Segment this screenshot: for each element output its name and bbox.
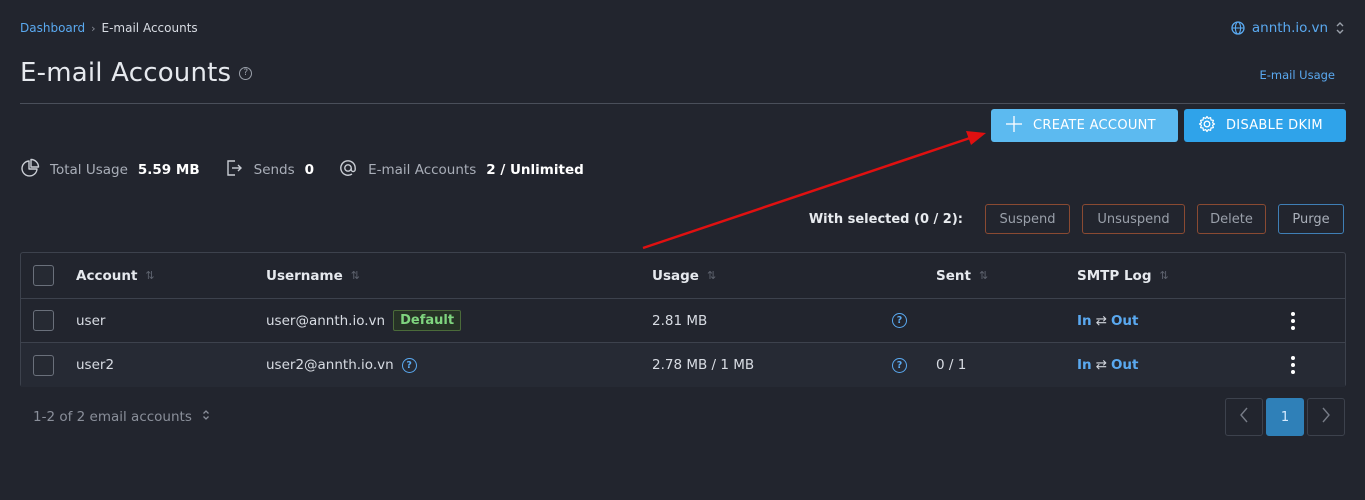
smtp-log-link[interactable]: In ⇄ Out	[1077, 357, 1139, 373]
breadcrumb: Dashboard › E-mail Accounts	[20, 21, 198, 35]
account-cell: user	[76, 312, 106, 329]
stat-sends-value: 0	[304, 162, 315, 178]
domain-switcher[interactable]: annth.io.vn	[1231, 20, 1345, 36]
plus-icon	[1005, 115, 1023, 137]
question-circle-icon[interactable]: ?	[892, 357, 907, 373]
disable-dkim-label: DISABLE DKIM	[1226, 118, 1323, 133]
title-divider	[20, 103, 1345, 104]
breadcrumb-separator: ›	[91, 21, 96, 35]
sort-icon: ⇅	[978, 269, 989, 282]
sort-icon: ⇅	[145, 269, 155, 282]
prev-page-button[interactable]	[1225, 398, 1263, 436]
table-row: user2 user2@annth.io.vn ? 2.78 MB / 1 MB…	[21, 343, 1345, 387]
stat-sends: Sends 0	[224, 158, 314, 182]
page-title: E-mail Accounts	[20, 58, 232, 88]
globe-icon	[1231, 21, 1245, 35]
chevron-left-icon	[1239, 407, 1249, 428]
column-smtp-log[interactable]: SMTP Log ⇅	[1077, 268, 1169, 284]
sort-icon: ⇅	[350, 269, 360, 282]
smtp-out-label: Out	[1110, 357, 1139, 373]
page-title-row: E-mail Accounts ?	[20, 58, 253, 88]
with-selected-label: With selected (0 / 2):	[808, 211, 963, 227]
sign-out-icon	[224, 158, 244, 182]
username-cell: user2@annth.io.vn ?	[266, 357, 417, 373]
gear-icon	[1198, 115, 1216, 137]
stat-total-usage-value: 5.59 MB	[137, 162, 200, 178]
row-menu-icon[interactable]	[1287, 354, 1299, 376]
column-smtp-log-label: SMTP Log	[1077, 267, 1152, 284]
chevron-right-icon	[1321, 407, 1331, 428]
username-text: user@annth.io.vn	[266, 312, 386, 329]
column-sent[interactable]: Sent ⇅	[936, 268, 988, 284]
delete-button[interactable]: Delete	[1197, 204, 1266, 234]
unsuspend-button[interactable]: Unsuspend	[1082, 204, 1185, 234]
column-account[interactable]: Account ⇅	[76, 268, 155, 284]
row-checkbox[interactable]	[33, 354, 54, 376]
suspend-button[interactable]: Suspend	[985, 204, 1070, 234]
default-badge: Default	[393, 310, 462, 331]
pagination-count-label: 1-2 of 2 email accounts	[33, 409, 192, 425]
smtp-in-label: In	[1077, 357, 1092, 373]
accounts-table: Account ⇅ Username ⇅ Usage ⇅ Sent ⇅ SMTP Log…	[20, 252, 1346, 387]
column-usage[interactable]: Usage ⇅	[652, 268, 716, 284]
usage-cell: 2.78 MB / 1 MB	[652, 357, 755, 373]
column-username-label: Username	[266, 267, 343, 284]
question-circle-icon[interactable]: ?	[401, 357, 417, 373]
breadcrumb-current: E-mail Accounts	[101, 21, 198, 35]
table-row: user user@annth.io.vn Default 2.81 MB ? …	[21, 299, 1345, 343]
pagination: 1	[1225, 398, 1345, 436]
smtp-log-link[interactable]: In ⇄ Out	[1077, 313, 1139, 329]
column-username[interactable]: Username ⇅	[266, 268, 360, 284]
pie-chart-icon	[20, 158, 40, 182]
domain-switcher-label: annth.io.vn	[1251, 20, 1328, 36]
email-usage-link[interactable]: E-mail Usage	[1259, 68, 1335, 82]
sort-icon: ⇅	[1159, 269, 1169, 282]
exchange-arrows-icon: ⇄	[1095, 312, 1107, 329]
row-checkbox[interactable]	[33, 310, 54, 331]
sent-cell: 0 / 1	[936, 357, 967, 373]
smtp-out-label: Out	[1110, 312, 1139, 329]
question-circle-icon[interactable]: ?	[892, 313, 907, 328]
sort-icon: ⇅	[706, 269, 717, 282]
breadcrumb-dashboard-link[interactable]: Dashboard	[20, 21, 85, 35]
stat-email-accounts-label: E-mail Accounts	[368, 162, 477, 178]
smtp-in-label: In	[1077, 312, 1092, 329]
stat-email-accounts-value: 2 / Unlimited	[486, 162, 584, 178]
purge-button[interactable]: Purge	[1278, 204, 1344, 234]
stat-sends-label: Sends	[253, 162, 295, 178]
account-cell: user2	[76, 357, 115, 373]
at-sign-icon	[338, 158, 358, 182]
row-menu-icon[interactable]	[1287, 310, 1299, 332]
column-sent-label: Sent	[936, 267, 971, 284]
table-header: Account ⇅ Username ⇅ Usage ⇅ Sent ⇅ SMTP Log…	[21, 253, 1345, 299]
stat-total-usage: Total Usage 5.59 MB	[20, 158, 200, 182]
exchange-arrows-icon: ⇄	[1095, 357, 1107, 373]
chevron-updown-icon	[1335, 21, 1345, 35]
disable-dkim-button[interactable]: DISABLE DKIM	[1184, 109, 1346, 142]
usage-cell: 2.81 MB	[652, 312, 708, 329]
chevron-updown-icon	[202, 409, 210, 425]
stat-email-accounts: E-mail Accounts 2 / Unlimited	[338, 158, 584, 182]
create-account-button[interactable]: CREATE ACCOUNT	[991, 109, 1178, 142]
pagination-count[interactable]: 1-2 of 2 email accounts	[33, 409, 210, 425]
select-all-checkbox[interactable]	[33, 265, 54, 286]
create-account-label: CREATE ACCOUNT	[1033, 118, 1156, 133]
stat-total-usage-label: Total Usage	[50, 162, 128, 178]
username-cell: user@annth.io.vn Default	[266, 310, 462, 331]
stats-bar: Total Usage 5.59 MB Sends 0 E-mail Accou…	[20, 158, 608, 182]
question-circle-icon[interactable]: ?	[239, 66, 253, 80]
bulk-actions: With selected (0 / 2): Suspend Unsuspend…	[809, 204, 1344, 234]
next-page-button[interactable]	[1307, 398, 1345, 436]
column-account-label: Account	[76, 267, 138, 284]
column-usage-label: Usage	[652, 267, 699, 284]
username-text: user2@annth.io.vn	[266, 357, 394, 373]
page-button-current[interactable]: 1	[1266, 398, 1304, 436]
